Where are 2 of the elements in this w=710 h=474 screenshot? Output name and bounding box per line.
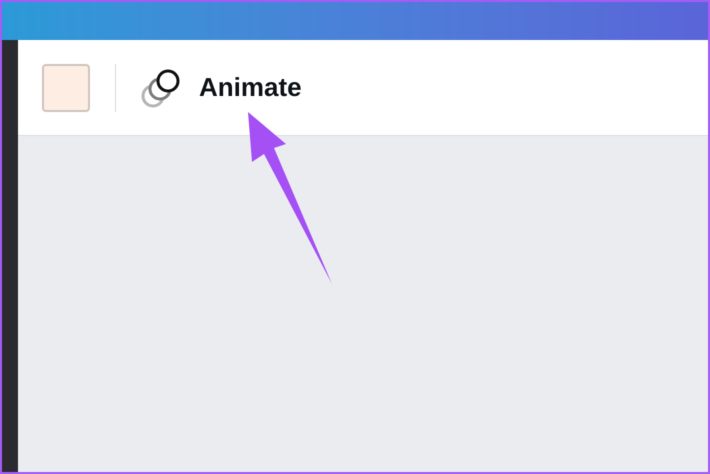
color-swatch[interactable] bbox=[42, 64, 90, 112]
animate-button[interactable]: Animate bbox=[141, 68, 302, 108]
